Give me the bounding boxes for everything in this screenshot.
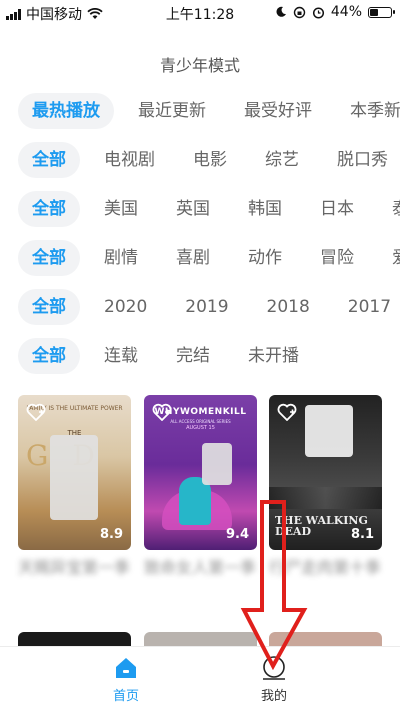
sort-chip-best-rated[interactable]: 最受好评: [230, 93, 326, 129]
next-row-posters: [18, 632, 400, 646]
category-chip-movie[interactable]: 电影: [179, 142, 241, 178]
content-grid: FAMILY IS THE ULTIMATE POWER THE GD 8.9 …: [18, 395, 400, 625]
year-filter-row: 全部 2020 2019 2018 2017 2: [0, 287, 400, 327]
moon-icon: [276, 6, 286, 17]
sort-chip-hottest[interactable]: 最热播放: [18, 93, 114, 129]
blurred-face: [50, 435, 98, 520]
tab-home[interactable]: 首页: [66, 655, 186, 704]
status-chip-ongoing[interactable]: 连载: [90, 338, 152, 374]
genre-chip-adventure[interactable]: 冒险: [306, 240, 368, 276]
user-icon: [263, 656, 285, 680]
category-chip-talkshow[interactable]: 脱口秀: [323, 142, 400, 178]
content-card[interactable]: THE WALKING DEAD 8.1 行尸走肉第十季: [269, 395, 382, 602]
region-chip-korea[interactable]: 韩国: [234, 191, 296, 227]
sort-chip-this-season[interactable]: 本季新: [336, 93, 400, 129]
poster-image[interactable]: [18, 632, 131, 646]
genre-chip-action[interactable]: 动作: [234, 240, 296, 276]
poster-date-text: AUGUST 15: [186, 425, 215, 431]
genre-chip-all[interactable]: 全部: [18, 240, 80, 276]
category-chip-all[interactable]: 全部: [18, 142, 80, 178]
content-card[interactable]: WHYWOMENKILL ALL ACCESS ORIGINAL SERIES …: [144, 395, 257, 602]
genre-chip-drama[interactable]: 剧情: [90, 240, 152, 276]
bottom-tab-bar: 首页 我的: [0, 646, 400, 711]
category-filter-row: 全部 电视剧 电影 综艺 脱口秀: [0, 140, 400, 180]
tab-home-label: 首页: [112, 689, 139, 704]
region-chip-japan[interactable]: 日本: [306, 191, 368, 227]
status-filter-row: 全部 连载 完结 未开播: [0, 336, 400, 376]
poster-image[interactable]: [144, 632, 257, 646]
rating-score: 8.1: [350, 527, 374, 542]
genre-chip-comedy[interactable]: 喜剧: [162, 240, 224, 276]
region-chip-all[interactable]: 全部: [18, 191, 80, 227]
poster-image[interactable]: [269, 632, 382, 646]
status-right: 44%: [275, 4, 395, 20]
content-card[interactable]: FAMILY IS THE ULTIMATE POWER THE GD 8.9 …: [18, 395, 131, 602]
tab-mine[interactable]: 我的: [214, 655, 334, 704]
year-chip-2020[interactable]: 2020: [90, 289, 161, 325]
card-title[interactable]: 致命女人第一季: [144, 556, 257, 602]
category-chip-variety[interactable]: 综艺: [251, 142, 313, 178]
alarm-icon: [312, 6, 324, 19]
tab-mine-label: 我的: [260, 689, 287, 704]
region-chip-usa[interactable]: 美国: [90, 191, 152, 227]
poster-image[interactable]: WHYWOMENKILL ALL ACCESS ORIGINAL SERIES …: [144, 395, 257, 550]
home-icon: [116, 658, 136, 678]
blurred-face: [202, 443, 232, 485]
status-chip-all[interactable]: 全部: [18, 338, 80, 374]
region-filter-row: 全部 美国 英国 韩国 日本 泰国: [0, 189, 400, 229]
rating-score: 9.4: [225, 527, 249, 542]
year-chip-all[interactable]: 全部: [18, 289, 80, 325]
orientation-lock-icon: [293, 6, 306, 18]
poster-image[interactable]: FAMILY IS THE ULTIMATE POWER THE GD 8.9: [18, 395, 131, 550]
year-chip-2018[interactable]: 2018: [253, 289, 324, 325]
battery-percent: 44%: [330, 4, 362, 20]
card-title[interactable]: 天赐异宝第一季: [18, 556, 131, 602]
favorite-heart-icon[interactable]: [26, 403, 46, 421]
sort-chip-latest[interactable]: 最近更新: [124, 93, 220, 129]
status-chip-finished[interactable]: 完结: [162, 338, 224, 374]
blurred-face: [305, 405, 353, 457]
year-chip-2017[interactable]: 2017: [334, 289, 400, 325]
sort-filter-row: 最热播放 最近更新 最受好评 本季新: [0, 91, 400, 131]
page-title: 青少年模式: [159, 56, 240, 75]
region-chip-uk[interactable]: 英国: [162, 191, 224, 227]
year-chip-2019[interactable]: 2019: [171, 289, 242, 325]
battery-icon: [368, 6, 395, 18]
genre-chip-romance[interactable]: 爱情: [378, 240, 400, 276]
favorite-heart-icon[interactable]: [277, 403, 297, 421]
status-bar: 中国移动 上午11:28 44%: [0, 0, 400, 26]
favorite-heart-icon[interactable]: [152, 403, 172, 421]
category-chip-tv[interactable]: 电视剧: [90, 142, 169, 178]
region-chip-thailand[interactable]: 泰国: [378, 191, 400, 227]
card-title[interactable]: 行尸走肉第十季: [269, 556, 382, 602]
genre-filter-row: 全部 剧情 喜剧 动作 冒险 爱情: [0, 238, 400, 278]
poster-crowd-art: [269, 487, 382, 509]
status-chip-upcoming[interactable]: 未开播: [234, 338, 313, 374]
rating-score: 8.9: [99, 527, 123, 542]
poster-image[interactable]: THE WALKING DEAD 8.1: [269, 395, 382, 550]
